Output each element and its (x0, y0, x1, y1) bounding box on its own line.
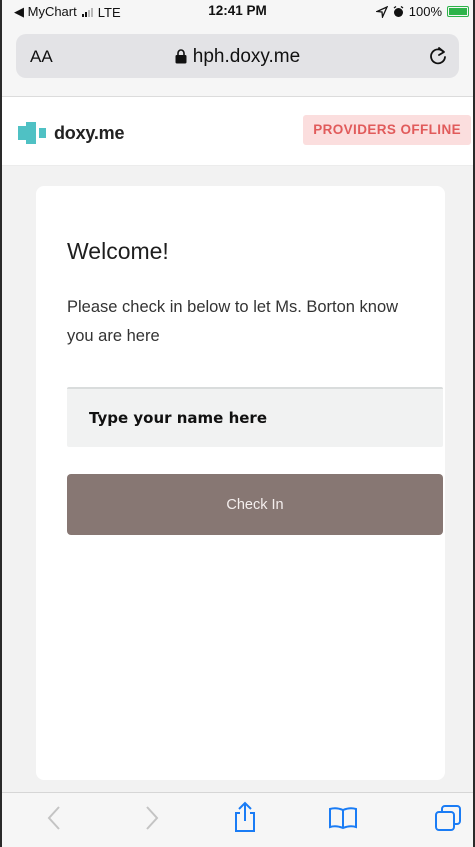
battery-icon (447, 6, 469, 17)
reload-icon[interactable] (427, 44, 449, 68)
logo-text: doxy.me (54, 122, 125, 143)
url-display[interactable]: hph.doxy.me (16, 46, 459, 68)
name-input[interactable] (67, 387, 443, 447)
location-icon (375, 5, 388, 18)
doxy-logo[interactable]: doxy.me (18, 122, 124, 144)
address-bar[interactable]: AA hph.doxy.me (16, 34, 459, 78)
forward-icon[interactable] (144, 805, 160, 831)
browser-chrome: AA hph.doxy.me (2, 22, 473, 97)
checkin-card: Welcome! Please check in below to let Ms… (36, 186, 445, 780)
url-text: hph.doxy.me (192, 46, 301, 67)
lock-icon (175, 49, 187, 64)
battery-percent: 100% (408, 4, 442, 19)
share-icon[interactable] (233, 801, 257, 833)
doxy-logo-icon (18, 122, 46, 144)
bookmarks-icon[interactable] (328, 806, 358, 830)
site-header: doxy.me PROVIDERS OFFLINE (2, 98, 473, 166)
back-icon[interactable] (46, 805, 62, 831)
browser-toolbar (2, 792, 473, 847)
page-title: Welcome! (67, 238, 169, 264)
status-right: 100% (375, 4, 469, 19)
status-bar: ◀ MyChart LTE 12:41 PM 100% (2, 0, 473, 22)
alarm-icon (393, 5, 404, 17)
status-badge: PROVIDERS OFFLINE (303, 115, 471, 145)
check-in-button[interactable]: Check In (67, 474, 443, 535)
tabs-icon[interactable] (434, 804, 462, 832)
checkin-message: Please check in below to let Ms. Borton … (67, 298, 399, 345)
